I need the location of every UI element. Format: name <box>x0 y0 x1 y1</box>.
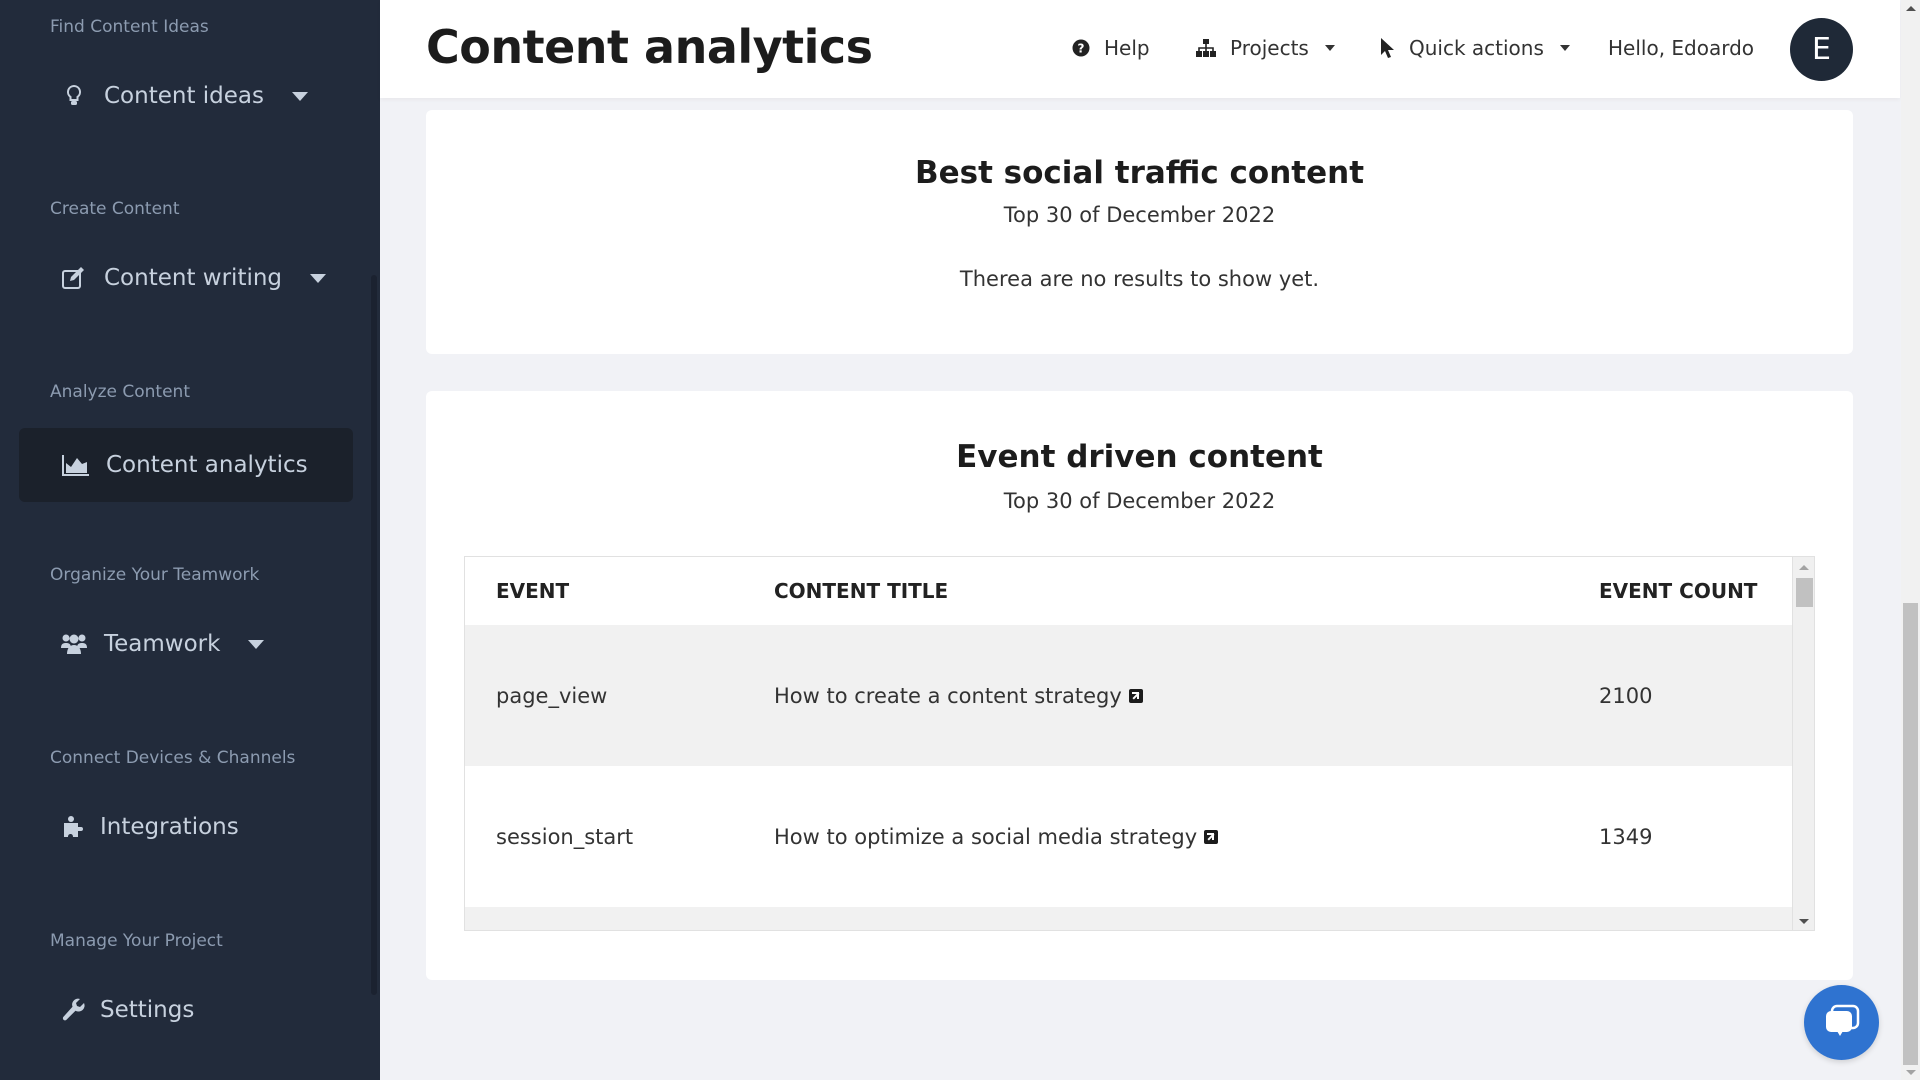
empty-state-message: Therea are no results to show yet. <box>959 267 1320 291</box>
table-row-partial <box>465 907 1792 930</box>
content-title-text: How to create a content strategy <box>774 683 1122 708</box>
sitemap-icon <box>1196 39 1216 57</box>
scrollbar-thumb[interactable] <box>1903 603 1918 1065</box>
event-count-cell: 2100 <box>1599 683 1653 708</box>
external-link-icon[interactable] <box>1128 688 1143 703</box>
table-row: session_start How to optimize a social m… <box>465 766 1792 907</box>
section-label-organize-teamwork: Organize Your Teamwork <box>50 565 260 585</box>
scroll-up-arrow-icon[interactable] <box>1906 6 1916 11</box>
table-row: page_view How to create a content strate… <box>465 625 1792 766</box>
lightbulb-icon <box>60 82 88 110</box>
svg-text:?: ? <box>1078 42 1085 56</box>
event-cell: page_view <box>496 683 608 708</box>
cursor-pointer-icon <box>1379 37 1395 59</box>
column-header-event[interactable]: EVENT <box>496 579 569 603</box>
quick-actions-label: Quick actions <box>1409 36 1544 60</box>
section-label-analyze-content: Analyze Content <box>50 382 191 402</box>
sidebar-item-content-ideas[interactable]: Content ideas <box>60 82 309 110</box>
help-button[interactable]: ? Help <box>1072 36 1150 60</box>
event-cell: session_start <box>496 824 634 849</box>
projects-dropdown[interactable]: Projects <box>1196 36 1335 60</box>
chevron-down-icon <box>310 273 327 283</box>
wrench-icon <box>60 996 88 1024</box>
question-circle-icon: ? <box>1072 39 1090 57</box>
sidebar-item-label: Content ideas <box>104 83 265 109</box>
puzzle-icon <box>60 813 88 841</box>
sidebar-item-label: Teamwork <box>104 631 221 657</box>
sidebar-item-teamwork[interactable]: Teamwork <box>60 630 265 658</box>
sidebar-item-label: Content writing <box>104 265 283 291</box>
card-title: Best social traffic content <box>914 155 1365 191</box>
sidebar-item-label: Integrations <box>100 814 239 840</box>
card-subtitle: Top 30 of December 2022 <box>1003 203 1276 227</box>
card-subtitle: Top 30 of December 2022 <box>1003 489 1276 513</box>
chat-widget-button[interactable] <box>1804 985 1879 1060</box>
page-title: Content analytics <box>426 20 873 74</box>
content-title-cell: How to optimize a social media strategy <box>774 824 1219 849</box>
sidebar-item-label: Settings <box>100 997 195 1023</box>
table-scrollbar[interactable] <box>1792 557 1814 930</box>
quick-actions-dropdown[interactable]: Quick actions <box>1379 36 1570 60</box>
sidebar-item-integrations[interactable]: Integrations <box>60 813 239 841</box>
scroll-down-arrow-icon[interactable] <box>1799 919 1809 924</box>
event-count-cell: 1349 <box>1599 824 1653 849</box>
scroll-up-arrow-icon[interactable] <box>1799 565 1809 570</box>
section-label-create-content: Create Content <box>50 199 180 219</box>
content-title-cell: How to create a content strategy <box>774 684 1143 708</box>
sidebar-item-settings[interactable]: Settings <box>60 996 194 1024</box>
column-header-event-count[interactable]: EVENT COUNT <box>1599 579 1757 603</box>
avatar[interactable]: E <box>1790 18 1853 81</box>
section-label-manage-project: Manage Your Project <box>50 931 223 951</box>
area-chart-icon <box>62 451 90 479</box>
chevron-down-icon <box>292 91 309 101</box>
top-header: Content analytics ? Help Projects Quick … <box>380 0 1900 98</box>
scrollbar-thumb[interactable] <box>1796 578 1813 607</box>
best-social-traffic-card: Best social traffic content Top 30 of De… <box>426 110 1853 354</box>
projects-label: Projects <box>1230 36 1309 60</box>
external-link-icon[interactable] <box>1204 829 1219 844</box>
chevron-down-icon <box>248 639 265 649</box>
sidebar-item-label: Content analytics <box>106 452 308 478</box>
chevron-down-icon <box>1324 45 1335 51</box>
chevron-down-icon <box>1559 45 1570 51</box>
help-label: Help <box>1104 36 1150 60</box>
section-label-find-content-ideas: Find Content Ideas <box>50 17 209 37</box>
scroll-down-arrow-icon[interactable] <box>1906 1070 1916 1075</box>
sidebar-scrollbar[interactable] <box>371 275 377 995</box>
event-table: EVENT CONTENT TITLE EVENT COUNT page_vie… <box>464 556 1815 931</box>
table-header-row: EVENT CONTENT TITLE EVENT COUNT <box>465 557 1792 625</box>
card-title: Event driven content <box>956 439 1323 475</box>
column-header-content-title[interactable]: CONTENT TITLE <box>774 579 948 603</box>
user-greeting: Hello, Edoardo <box>1608 36 1755 60</box>
users-icon <box>60 630 88 658</box>
edit-icon <box>60 264 88 292</box>
sidebar-item-content-writing[interactable]: Content writing <box>60 264 327 292</box>
sidebar: Find Content Ideas Content ideas Create … <box>0 0 380 1080</box>
page-scrollbar[interactable] <box>1901 0 1920 1080</box>
content-title-text: How to optimize a social media strategy <box>774 824 1198 849</box>
section-label-connect-devices: Connect Devices & Channels <box>50 748 296 768</box>
event-driven-content-card: Event driven content Top 30 of December … <box>426 391 1853 980</box>
chat-bubbles-icon <box>1824 1004 1860 1042</box>
sidebar-item-content-analytics[interactable]: Content analytics <box>19 428 353 502</box>
